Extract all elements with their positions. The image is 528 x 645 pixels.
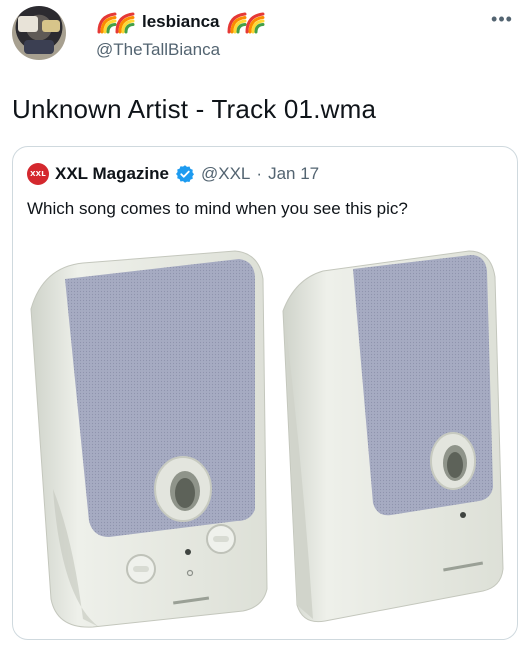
more-options-icon[interactable]: ••• — [488, 9, 516, 29]
quoted-tweet-header: XXL XXL Magazine @XXL · Jan 17 — [27, 163, 319, 185]
tweet-header: lesbianca @TheTallBianca ••• — [12, 6, 516, 68]
xxl-logo-avatar[interactable]: XXL — [27, 163, 49, 185]
name-row[interactable]: lesbianca — [96, 10, 266, 34]
rainbow-emoji-icon — [97, 12, 135, 34]
avatar[interactable] — [12, 6, 66, 60]
tweet-text: Unknown Artist - Track 01.wma — [12, 94, 377, 124]
quoted-tweet-text: Which song comes to mind when you see th… — [27, 199, 408, 218]
display-name[interactable]: lesbianca — [142, 12, 220, 32]
right-knob — [206, 524, 236, 554]
left-speaker — [30, 250, 268, 628]
rainbow-emoji-icon — [227, 12, 264, 34]
separator-dot: · — [256, 164, 263, 183]
quoted-tweet[interactable]: XXL XXL Magazine @XXL · Jan 17 Which son… — [12, 146, 518, 640]
author-handle[interactable]: @TheTallBianca — [96, 40, 220, 60]
quoted-display-name[interactable]: XXL Magazine — [55, 164, 169, 184]
speakers-photo[interactable] — [13, 239, 517, 639]
right-speaker — [282, 250, 504, 623]
quoted-handle[interactable]: @XXL — [201, 164, 250, 184]
left-knob — [126, 554, 156, 584]
verified-badge-icon — [176, 165, 194, 183]
quoted-date[interactable]: Jan 17 — [268, 164, 319, 184]
tweet: lesbianca @TheTallBianca ••• Unknown Art… — [0, 0, 528, 645]
